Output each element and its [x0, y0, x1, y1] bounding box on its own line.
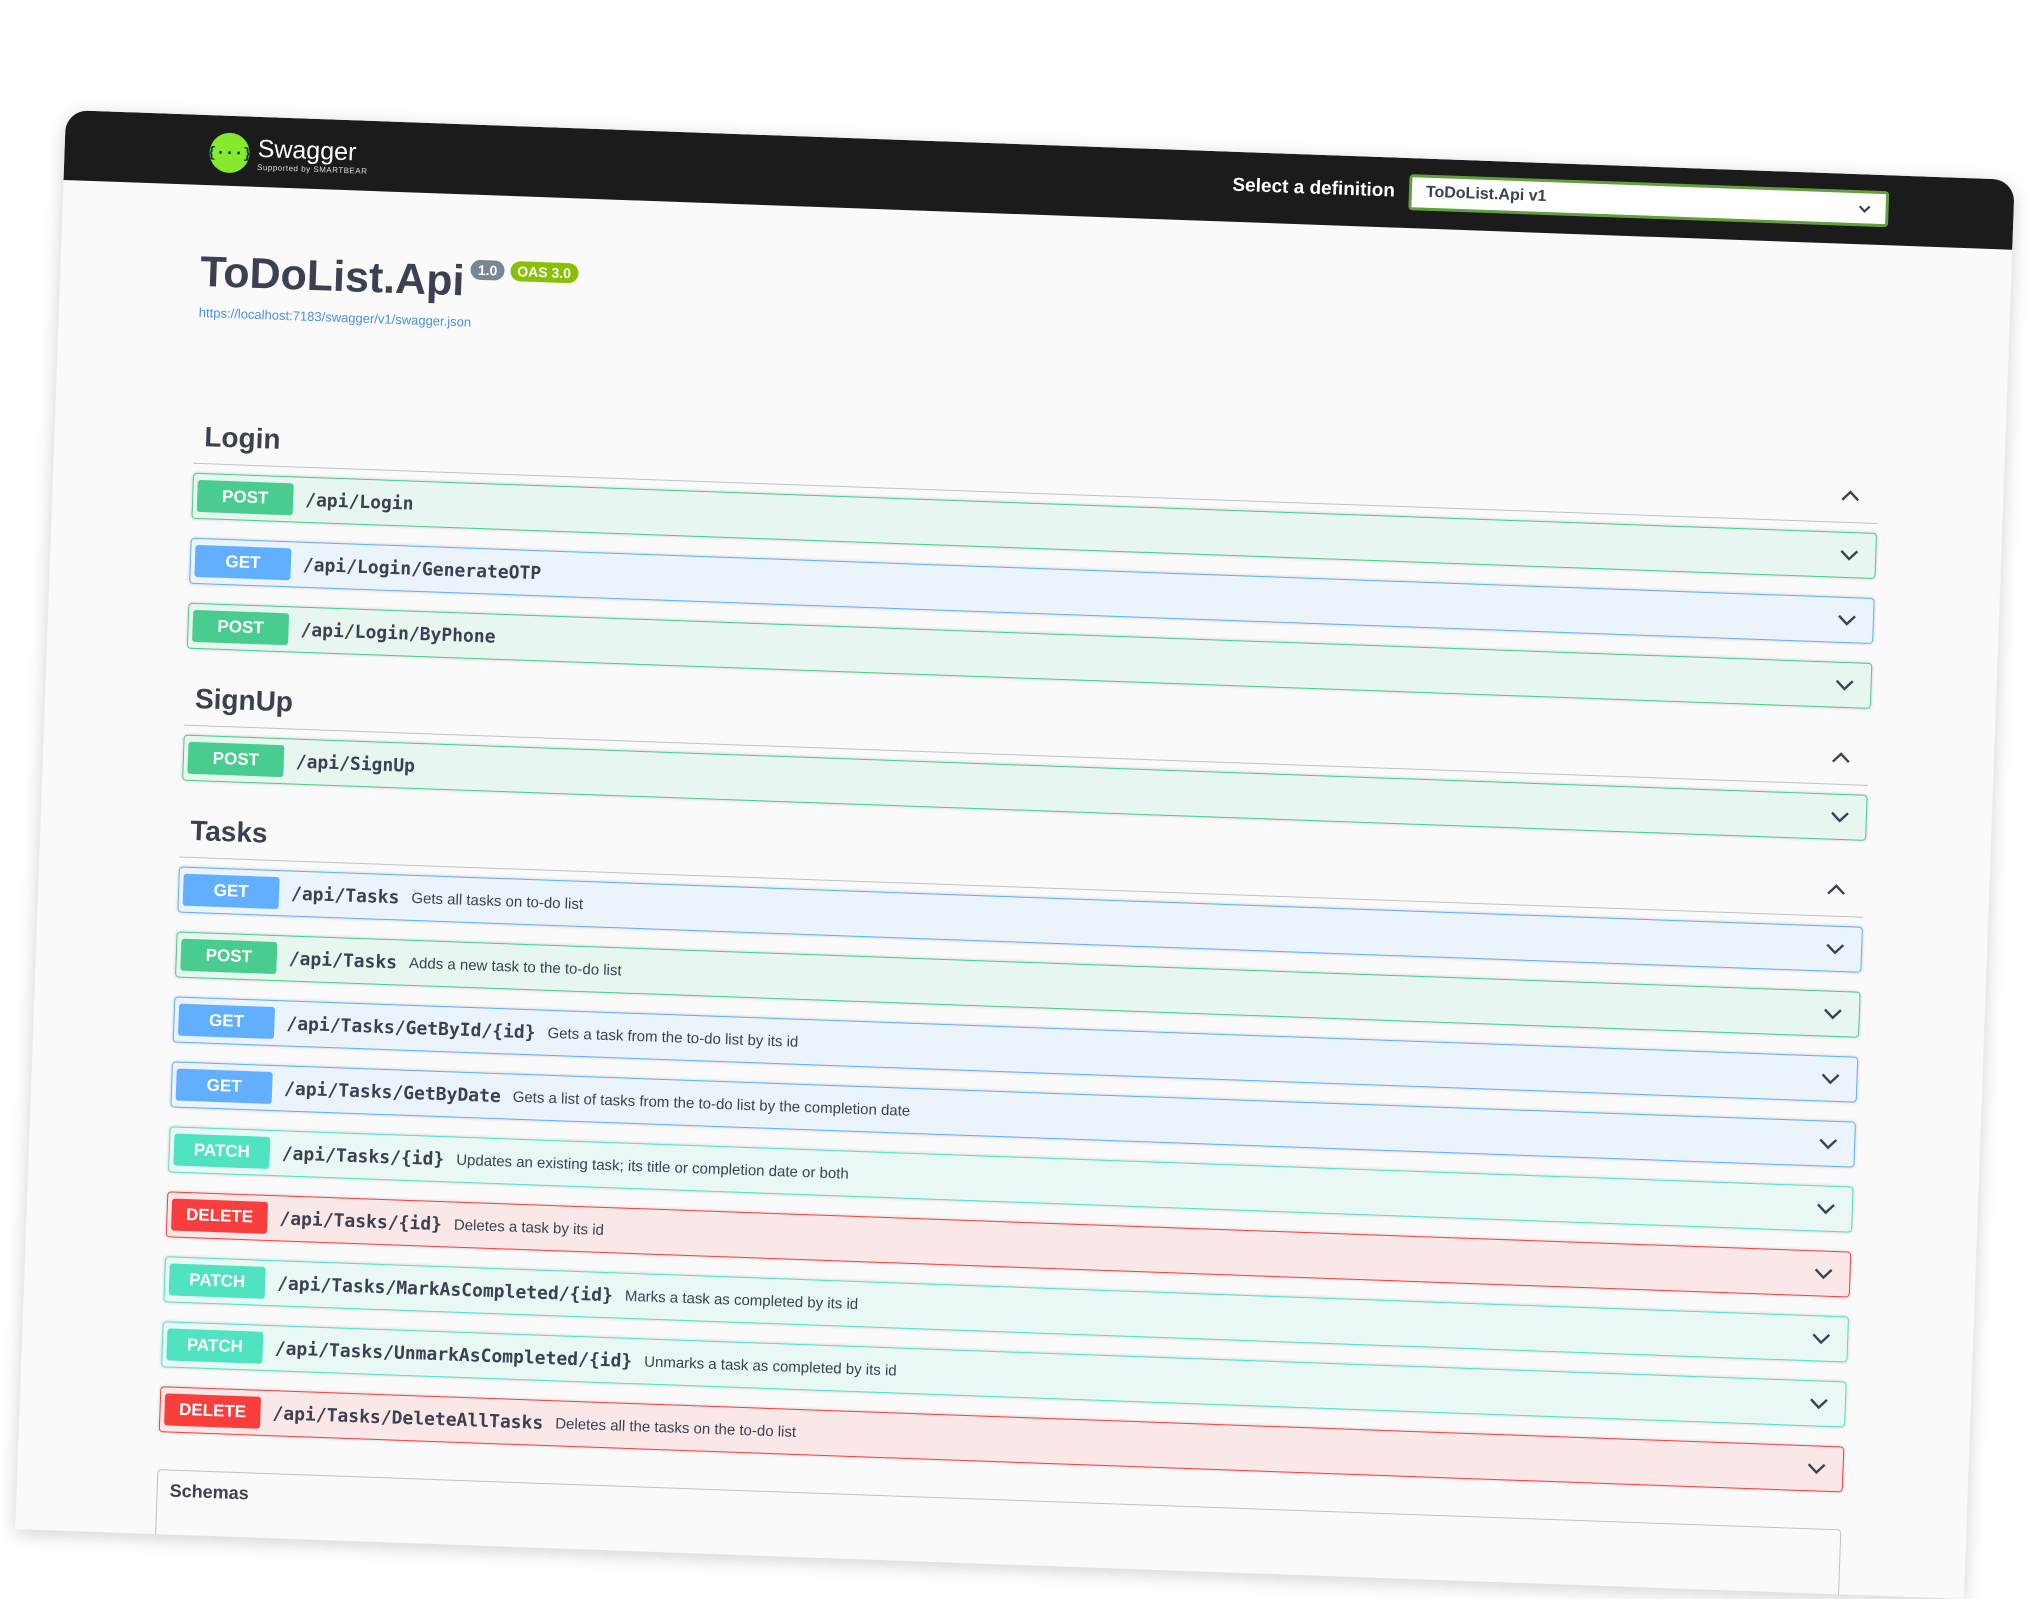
definition-selector: Select a definition ToDoList.Api v1 [1232, 168, 1890, 228]
operation-path: /api/Tasks/UnmarkAsCompleted/{id} [274, 1337, 633, 1372]
chevron-down-icon[interactable] [1802, 1454, 1831, 1483]
chevron-down-icon[interactable] [1830, 670, 1859, 699]
logo-text: Swagger Supported by SMARTBEAR [257, 134, 369, 175]
operation-path: /api/Tasks/MarkAsCompleted/{id} [276, 1272, 614, 1306]
method-badge: PATCH [173, 1133, 271, 1169]
operation-path: /api/Tasks [290, 883, 400, 908]
chevron-down-icon[interactable] [1807, 1324, 1836, 1353]
swagger-logo-icon: {···} [207, 132, 252, 174]
operation-path: /api/Tasks/{id} [281, 1142, 445, 1170]
operation-summary: Deletes all the tasks on the to-do list [554, 1414, 797, 1441]
definition-value: ToDoList.Api v1 [1425, 183, 1547, 206]
method-badge: POST [180, 938, 278, 975]
definition-label: Select a definition [1232, 174, 1396, 202]
method-badge: GET [177, 1003, 276, 1040]
chevron-down-icon[interactable] [1814, 1129, 1843, 1158]
operation-path: /api/SignUp [295, 751, 416, 777]
method-badge: PATCH [168, 1263, 266, 1299]
method-badge: POST [196, 479, 294, 516]
method-badge: DELETE [164, 1393, 262, 1429]
method-badge: GET [175, 1068, 273, 1104]
browser-page: {···} Swagger Supported by SMARTBEAR Sel… [15, 110, 2015, 1599]
page-title: ToDoList.Api [199, 247, 466, 306]
chevron-down-icon[interactable] [1809, 1259, 1838, 1288]
chevron-down-icon[interactable] [1804, 1389, 1833, 1418]
definition-select[interactable]: ToDoList.Api v1 [1408, 174, 1890, 228]
chevron-down-icon[interactable] [1825, 802, 1854, 831]
schemas-section[interactable]: Schemas [154, 1469, 1842, 1599]
chevron-down-icon [1858, 205, 1871, 213]
operation-path: /api/Tasks [288, 948, 398, 973]
schemas-title: Schemas [169, 1480, 250, 1504]
chevron-down-icon[interactable] [1816, 1064, 1845, 1093]
operation-path: /api/Login/ByPhone [300, 619, 496, 648]
title-row: ToDoList.Api 1.0 OAS 3.0 [199, 247, 579, 310]
tag-name: Tasks [189, 814, 269, 849]
chevron-down-icon[interactable] [1811, 1194, 1840, 1223]
chevron-down-icon[interactable] [1821, 934, 1850, 963]
operation-path: /api/Tasks/GetById/{id} [286, 1012, 536, 1043]
chevron-up-icon[interactable] [1826, 743, 1855, 772]
logo-name: Swagger [257, 134, 357, 166]
method-badge: DELETE [170, 1198, 269, 1234]
operation-summary: Marks a task as completed by its id [624, 1287, 859, 1313]
chevron-up-icon[interactable] [1822, 875, 1851, 904]
method-badge: GET [182, 873, 280, 910]
operation-path: /api/Tasks/{id} [279, 1207, 443, 1235]
chevron-down-icon[interactable] [1832, 606, 1861, 635]
oas-badge: OAS 3.0 [509, 261, 579, 284]
chevron-down-icon[interactable] [1835, 541, 1864, 570]
operation-summary: Deletes a task by its id [453, 1216, 605, 1239]
chevron-up-icon[interactable] [1836, 481, 1865, 510]
api-info: ToDoList.Api 1.0 OAS 3.0 https://localho… [199, 248, 579, 333]
method-badge: POST [187, 741, 285, 778]
swagger-logo[interactable]: {···} Swagger Supported by SMARTBEAR [207, 132, 369, 178]
method-badge: POST [192, 609, 290, 646]
version-badge: 1.0 [470, 259, 505, 281]
method-badge: PATCH [166, 1328, 264, 1364]
operation-summary: Gets a list of tasks from the to-do list… [512, 1088, 911, 1120]
method-badge: GET [194, 544, 292, 581]
operation-path: /api/Tasks/DeleteAllTasks [272, 1402, 544, 1434]
operation-summary: Gets all tasks on to-do list [411, 889, 584, 913]
operation-summary: Gets a task from the to-do list by its i… [547, 1024, 799, 1051]
tag-name: SignUp [194, 682, 294, 717]
operation-summary: Updates an existing task; its title or c… [455, 1151, 850, 1183]
operation-path: /api/Tasks/GetByDate [283, 1077, 502, 1107]
chevron-down-icon[interactable] [1818, 999, 1847, 1028]
spec-url-link[interactable]: https://localhost:7183/swagger/v1/swagge… [199, 305, 577, 333]
operation-summary: Adds a new task to the to-do list [408, 954, 622, 979]
operation-summary: Unmarks a task as completed by its id [643, 1352, 897, 1380]
tag-name: Login [203, 420, 282, 455]
operation-path: /api/Login/GenerateOTP [302, 554, 542, 584]
topbar: {···} Swagger Supported by SMARTBEAR Sel… [63, 110, 2015, 250]
operation-path: /api/Login [304, 489, 414, 515]
